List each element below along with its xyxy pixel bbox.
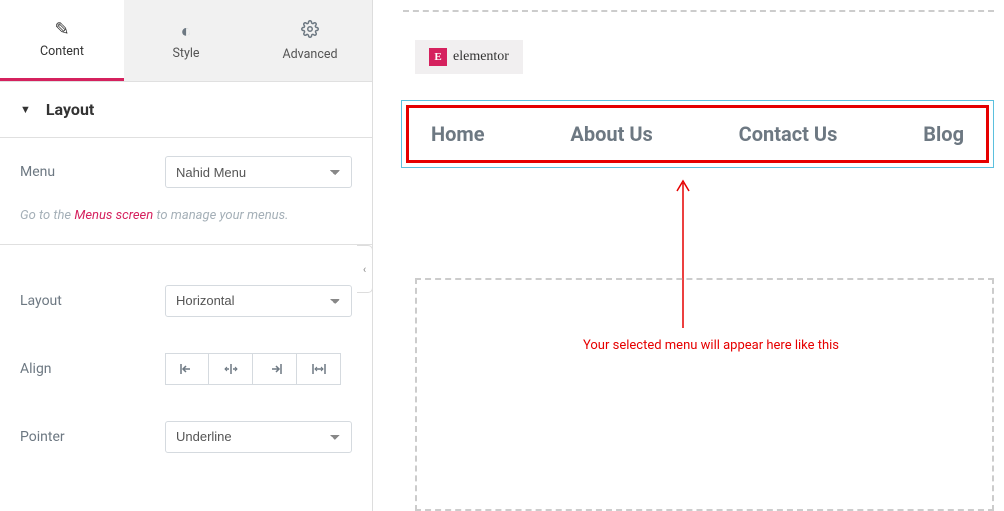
tab-label: Style (172, 46, 199, 61)
editor-tabs: ✎ Content ◐ Style Advanced (0, 0, 372, 82)
align-justify-button[interactable] (297, 353, 341, 385)
tab-advanced[interactable]: Advanced (248, 0, 372, 81)
tab-label: Advanced (282, 47, 337, 62)
section-title: Layout (46, 100, 94, 119)
pointer-select[interactable]: Underline (165, 421, 352, 453)
contrast-icon: ◐ (181, 21, 192, 42)
control-label: Layout (20, 293, 165, 309)
control-align: Align (0, 335, 372, 403)
control-label: Pointer (20, 429, 165, 445)
elementor-badge: E elementor (415, 40, 523, 74)
tab-content[interactable]: ✎ Content (0, 0, 124, 81)
section-placeholder-bottom (415, 278, 994, 511)
elementor-logo-icon: E (429, 48, 447, 66)
control-label: Menu (20, 164, 165, 180)
control-layout: Layout Horizontal (0, 267, 372, 335)
menu-item-home[interactable]: Home (431, 122, 485, 146)
control-menu: Menu Nahid Menu (0, 138, 372, 206)
align-right-button[interactable] (253, 353, 297, 385)
badge-text: elementor (453, 49, 509, 65)
preview-canvas: E elementor Home About Us Contact Us Blo… (373, 0, 1004, 511)
menu-item-contact[interactable]: Contact Us (739, 122, 838, 146)
annotation-box: Home About Us Contact Us Blog (406, 105, 989, 163)
menu-hint: Go to the Menus screen to manage your me… (0, 206, 372, 245)
control-pointer: Pointer Underline (0, 403, 372, 471)
section-placeholder-top (403, 10, 994, 12)
pencil-icon: ✎ (54, 19, 69, 40)
menu-select[interactable]: Nahid Menu (165, 156, 352, 188)
align-center-button[interactable] (209, 353, 253, 385)
caret-down-icon: ▼ (20, 103, 31, 116)
nav-menu-widget[interactable]: Home About Us Contact Us Blog (401, 100, 994, 168)
tab-label: Content (40, 44, 84, 59)
hint-prefix: Go to the (20, 208, 74, 223)
hint-suffix: to manage your menus. (153, 208, 288, 223)
chevron-left-icon: ‹ (363, 263, 366, 276)
layout-select[interactable]: Horizontal (165, 285, 352, 317)
gear-icon (301, 20, 319, 43)
align-left-button[interactable] (165, 353, 209, 385)
menus-screen-link[interactable]: Menus screen (74, 208, 153, 223)
section-layout-header[interactable]: ▼ Layout (0, 82, 372, 138)
menu-item-blog[interactable]: Blog (923, 122, 964, 146)
collapse-sidebar-button[interactable]: ‹ (357, 245, 373, 293)
control-label: Align (20, 361, 165, 377)
menu-item-about[interactable]: About Us (570, 122, 652, 146)
tab-style[interactable]: ◐ Style (124, 0, 248, 81)
